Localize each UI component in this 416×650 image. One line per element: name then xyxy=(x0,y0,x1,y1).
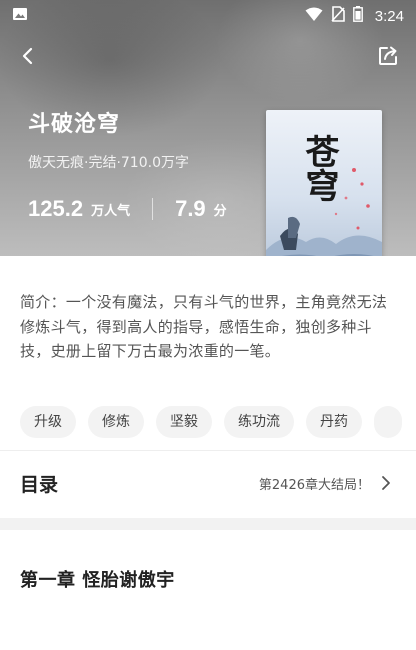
image-icon xyxy=(12,6,28,26)
tag-item-overflow[interactable] xyxy=(374,406,402,438)
no-sim-icon xyxy=(331,6,345,26)
tag-item[interactable]: 修炼 xyxy=(88,406,144,438)
tag-item[interactable]: 练功流 xyxy=(224,406,294,438)
share-icon xyxy=(377,45,399,71)
first-chapter-title[interactable]: 第一章 怪胎谢傲宇 xyxy=(20,566,175,592)
stats-divider xyxy=(152,198,154,220)
score-unit: 分 xyxy=(213,203,227,219)
share-button[interactable] xyxy=(374,44,402,72)
section-divider xyxy=(0,450,416,451)
back-button[interactable] xyxy=(14,44,42,72)
tag-item[interactable]: 坚毅 xyxy=(156,406,212,438)
book-cover[interactable]: 苍穹 xyxy=(266,110,382,268)
book-detail-content: 简介：一个没有魔法，只有斗气的世界，主角竟然无法修炼斗气，得到高人的指导，感悟生… xyxy=(0,256,416,650)
score-value: 7.9 xyxy=(175,196,206,221)
tag-item[interactable]: 丹药 xyxy=(306,406,362,438)
wifi-icon xyxy=(305,6,323,26)
tag-item[interactable]: 升级 xyxy=(20,406,76,438)
cover-title: 苍穹 xyxy=(299,134,339,202)
catalog-label: 目录 xyxy=(20,473,59,496)
status-time: 3:24 xyxy=(374,7,404,25)
status-bar: 3:24 xyxy=(0,0,416,32)
latest-chapter: 第2426章大结局！ xyxy=(258,477,370,493)
popularity-value: 125.2 xyxy=(28,196,84,221)
book-meta: 傲天无痕·完结·710.0万字 xyxy=(28,155,189,171)
book-stats: 125.2 万人气 7.9 分 xyxy=(28,196,227,222)
back-arrow-icon xyxy=(21,47,35,69)
section-gap xyxy=(0,518,416,530)
popularity-unit: 万人气 xyxy=(91,203,131,219)
battery-icon xyxy=(352,6,363,26)
chevron-right-icon xyxy=(380,475,396,491)
book-intro: 简介：一个没有魔法，只有斗气的世界，主角竟然无法修炼斗气，得到高人的指导，感悟生… xyxy=(20,293,388,360)
book-title: 斗破沧穹 xyxy=(28,112,121,137)
tag-list: 升级 修炼 坚毅 练功流 丹药 xyxy=(20,406,416,438)
catalog-row[interactable]: 目录 第2426章大结局！ xyxy=(0,452,416,514)
top-nav xyxy=(0,40,416,72)
